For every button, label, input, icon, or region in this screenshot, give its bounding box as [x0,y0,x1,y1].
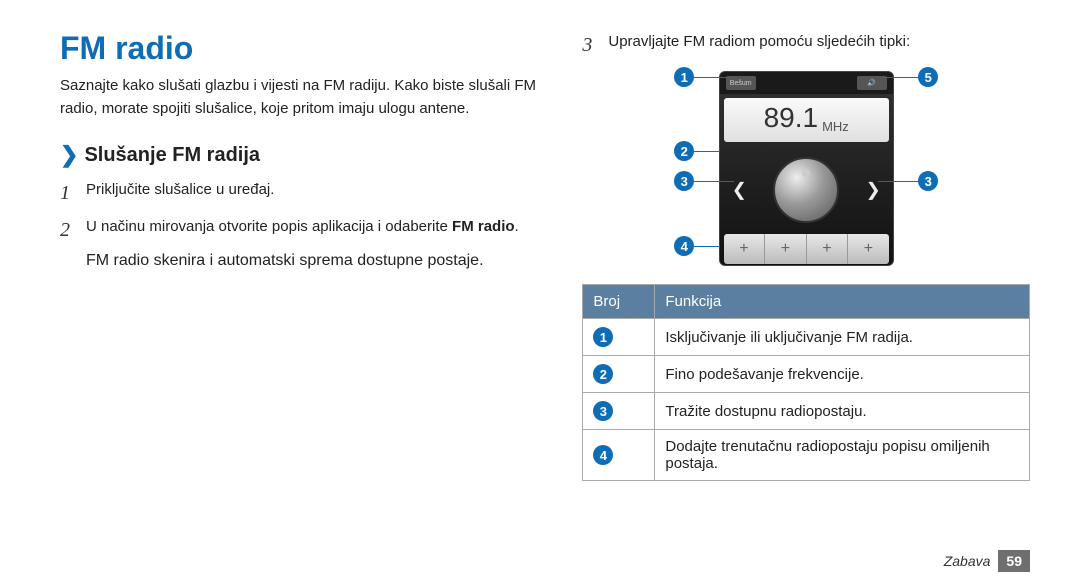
step-text: Upravljajte FM radiom pomoću sljedećih t… [608,30,1030,61]
page-title: FM radio [60,30,552,67]
table-row: 1 Isključivanje ili uključivanje FM radi… [583,319,1030,356]
fm-radio-device: Bešum 🔊 89.1 MHz ❮ ❯ + [719,71,894,266]
table-row: 3 Tražite dostupnu radiopostaju. [583,393,1030,430]
step-text-bold: FM radio [452,218,515,235]
row-callout-icon: 4 [593,445,613,465]
footer-page-number: 59 [998,550,1030,572]
favorite-slot[interactable]: + [807,234,849,264]
tuning-dial[interactable] [773,157,839,223]
table-row: 4 Dodajte trenutačnu radiopostaju popisu… [583,430,1030,481]
step-text-part: . [515,218,519,235]
speaker-button[interactable]: 🔊 [857,76,887,90]
row-callout-icon: 3 [593,401,613,421]
table-row: 2 Fino podešavanje frekvencije. [583,356,1030,393]
chevron-right-icon: ❯ [60,142,78,168]
row-desc: Fino podešavanje frekvencije. [655,356,1030,393]
row-desc: Tražite dostupnu radiopostaju. [655,393,1030,430]
callout-4: 4 [674,236,694,256]
step-number: 2 [60,215,86,246]
callout-5: 5 [918,67,938,87]
frequency-unit: MHz [822,119,849,134]
step-1: 1 Priključite slušalice u uređaj. [60,178,552,209]
page-footer: Zabava 59 [944,550,1030,572]
intro-text: Saznajte kako slušati glazbu i vijesti n… [60,75,552,120]
section-heading: ❯ Slušanje FM radija [60,142,552,168]
row-callout-icon: 2 [593,364,613,384]
table-header-number: Broj [583,285,655,319]
mute-button[interactable]: Bešum [726,76,756,90]
row-callout-icon: 1 [593,327,613,347]
callout-3-left: 3 [674,171,694,191]
seek-left-icon[interactable]: ❮ [732,180,747,201]
step-note: FM radio skenira i automatski sprema dos… [86,252,552,270]
step-text: U načinu mirovanja otvorite popis aplika… [86,215,552,246]
frequency-value: 89.1 [764,102,819,134]
callout-1: 1 [674,67,694,87]
callout-2: 2 [674,141,694,161]
step-text: Priključite slušalice u uređaj. [86,178,552,209]
step-number: 1 [60,178,86,209]
favorite-slot[interactable]: + [848,234,889,264]
favorites-bar: + + + + [724,234,889,264]
function-table: Broj Funkcija 1 Isključivanje ili uključ… [582,284,1030,481]
section-heading-label: Slušanje FM radija [84,144,260,167]
favorite-slot[interactable]: + [724,234,766,264]
seek-right-icon[interactable]: ❯ [866,180,881,201]
radio-figure: Bešum 🔊 89.1 MHz ❮ ❯ + [582,71,1030,266]
table-header-function: Funkcija [655,285,1030,319]
frequency-display: 89.1 MHz [724,98,889,142]
favorite-slot[interactable]: + [765,234,807,264]
row-desc: Isključivanje ili uključivanje FM radija… [655,319,1030,356]
step-text-part: U načinu mirovanja otvorite popis aplika… [86,218,452,235]
callout-3-right: 3 [918,171,938,191]
footer-section: Zabava [944,553,991,569]
step-number: 3 [582,30,608,61]
step-3: 3 Upravljajte FM radiom pomoću sljedećih… [582,30,1030,61]
step-2: 2 U načinu mirovanja otvorite popis apli… [60,215,552,246]
radio-topbar: Bešum 🔊 [720,72,893,94]
row-desc: Dodajte trenutačnu radiopostaju popisu o… [655,430,1030,481]
